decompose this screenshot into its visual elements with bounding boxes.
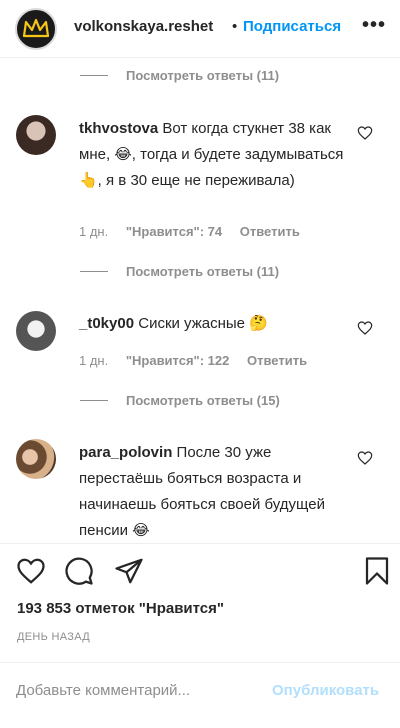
comment-date: 1 дн. (79, 224, 109, 239)
publish-button[interactable]: Опубликовать (272, 682, 379, 699)
follow-button[interactable]: Подписаться (243, 18, 341, 35)
replies-divider (80, 75, 108, 76)
comment-username[interactable]: para_polovin (79, 444, 172, 461)
add-comment-input[interactable] (16, 682, 256, 699)
commenter-avatar[interactable] (16, 439, 56, 479)
view-replies-link[interactable]: Посмотреть ответы (11) (80, 68, 279, 83)
view-replies-label: Посмотреть ответы (11) (126, 264, 280, 279)
comment-username[interactable]: _t0ky00 (79, 315, 134, 332)
commenter-avatar[interactable] (16, 115, 56, 155)
view-replies-link[interactable]: Посмотреть ответы (15) (80, 393, 280, 408)
crown-logo-icon (22, 18, 50, 38)
bookmark-save-icon[interactable] (362, 556, 392, 586)
view-replies-label: Посмотреть ответы (11) (126, 68, 280, 83)
comment-text: para_polovin После 30 уже перестаёшь боя… (79, 440, 349, 544)
comment-text: tkhvostova Вот когда стукнет 38 как мне,… (79, 116, 349, 194)
comment-body: Сиски ужасные 🤔 (138, 315, 268, 332)
comment-likes[interactable]: "Нравится": 74 (126, 224, 222, 239)
like-heart-icon[interactable] (357, 450, 373, 466)
comment-date: 1 дн. (79, 353, 109, 368)
post-actions-divider (0, 543, 400, 544)
like-heart-icon[interactable] (357, 320, 373, 336)
view-replies-label: Посмотреть ответы (15) (126, 393, 280, 408)
view-replies-link[interactable]: Посмотреть ответы (11) (80, 264, 279, 279)
comment-likes[interactable]: "Нравится": 122 (126, 353, 230, 368)
replies-divider (80, 271, 108, 272)
comment-meta: 1 дн. "Нравится": 74 Ответить (79, 224, 314, 239)
commenter-avatar[interactable] (16, 311, 56, 351)
post-timestamp: ДЕНЬ НАЗАД (17, 631, 90, 643)
header-separator: • (232, 18, 238, 35)
more-horizontal-icon: ••• (361, 14, 386, 36)
share-send-icon[interactable] (114, 556, 144, 586)
reply-button[interactable]: Ответить (240, 224, 300, 239)
like-heart-icon[interactable] (16, 556, 46, 586)
comment-bubble-icon[interactable] (64, 556, 94, 586)
comment-text: _t0ky00 Сиски ужасные 🤔 (79, 311, 349, 337)
post-header: volkonskaya.reshet • Подписаться ••• (0, 0, 400, 58)
header-username[interactable]: volkonskaya.reshet (74, 18, 213, 35)
comment-meta: 1 дн. "Нравится": 122 Ответить (79, 353, 321, 368)
more-options-button[interactable]: ••• (362, 14, 386, 37)
profile-avatar[interactable] (15, 8, 57, 50)
replies-divider (80, 400, 108, 401)
comment-username[interactable]: tkhvostova (79, 120, 158, 137)
reply-button[interactable]: Ответить (247, 353, 307, 368)
like-heart-icon[interactable] (357, 125, 373, 141)
post-likes-count[interactable]: 193 853 отметок "Нравится" (17, 600, 224, 617)
